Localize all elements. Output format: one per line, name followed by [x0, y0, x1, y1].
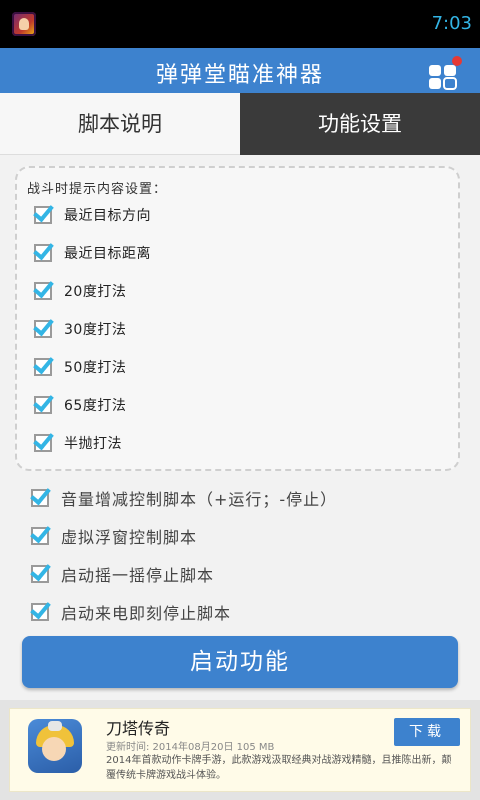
option-label: 最近目标距离 [64, 246, 151, 262]
option-label: 最近目标方向 [64, 208, 151, 224]
option-label: 30度打法 [64, 322, 127, 338]
game-app-icon[interactable] [28, 719, 82, 773]
tab-bar: 脚本说明 功能设置 [0, 93, 480, 155]
checkbox-checked-icon[interactable] [34, 396, 52, 414]
checkbox-checked-icon[interactable] [34, 320, 52, 338]
option-volume-control-script[interactable]: 音量增减控制脚本（+运行；-停止） [31, 486, 337, 510]
option-incoming-call-stop-script[interactable]: 启动来电即刻停止脚本 [31, 600, 231, 624]
game-notification-icon [12, 12, 36, 36]
tab-function-settings[interactable]: 功能设置 [240, 93, 480, 155]
option-nearest-target-direction[interactable]: 最近目标方向 [34, 203, 151, 227]
checkbox-checked-icon[interactable] [31, 603, 49, 621]
status-clock: 7:03 [431, 13, 472, 34]
option-nearest-target-distance[interactable]: 最近目标距离 [34, 241, 151, 265]
option-label: 启动来电即刻停止脚本 [61, 604, 232, 623]
checkbox-checked-icon[interactable] [31, 565, 49, 583]
ad-title: 刀塔传奇 [106, 719, 171, 738]
battle-tips-title: 战斗时提示内容设置： [27, 182, 168, 197]
checkbox-checked-icon[interactable] [34, 244, 52, 262]
checkbox-checked-icon[interactable] [31, 527, 49, 545]
tab-script-description[interactable]: 脚本说明 [0, 93, 240, 155]
checkbox-checked-icon[interactable] [34, 206, 52, 224]
option-50-degree[interactable]: 50度打法 [34, 355, 126, 379]
option-label: 启动摇一摇停止脚本 [61, 566, 215, 585]
option-30-degree[interactable]: 30度打法 [34, 317, 126, 341]
download-button[interactable]: 下载 [394, 718, 460, 746]
option-label: 虚拟浮窗控制脚本 [61, 528, 198, 547]
battle-tips-panel: 战斗时提示内容设置： 最近目标方向 最近目标距离 20度打法 30度打法 50度… [15, 166, 460, 471]
checkbox-checked-icon[interactable] [34, 282, 52, 300]
app-bar: 弹弹堂瞄准神器 [0, 48, 480, 93]
option-half-throw[interactable]: 半抛打法 [34, 431, 122, 455]
ad-description: 2014年首款动作卡牌手游，此款游戏汲取经典对战游戏精髓，且推陈出新，颠覆传统卡… [106, 755, 452, 781]
option-label: 20度打法 [64, 284, 127, 300]
start-function-button[interactable]: 启动功能 [22, 636, 458, 688]
option-65-degree[interactable]: 65度打法 [34, 393, 126, 417]
option-label: 音量增减控制脚本（+运行；-停止） [61, 490, 338, 509]
status-bar: 7:03 [0, 0, 480, 48]
option-20-degree[interactable]: 20度打法 [34, 279, 126, 303]
checkbox-checked-icon[interactable] [34, 434, 52, 452]
app-title: 弹弹堂瞄准神器 [155, 63, 324, 88]
checkbox-checked-icon[interactable] [31, 489, 49, 507]
more-apps-grid-icon[interactable] [428, 56, 462, 90]
option-label: 50度打法 [64, 360, 127, 376]
option-shake-to-stop-script[interactable]: 启动摇一摇停止脚本 [31, 562, 214, 586]
ad-meta: 更新时间: 2014年08月20日 105 MB [106, 742, 275, 753]
ad-card[interactable]: 刀塔传奇 更新时间: 2014年08月20日 105 MB 2014年首款动作卡… [9, 708, 471, 792]
option-label: 半抛打法 [64, 436, 122, 452]
ad-banner: 刀塔传奇 更新时间: 2014年08月20日 105 MB 2014年首款动作卡… [0, 700, 480, 800]
option-label: 65度打法 [64, 398, 127, 414]
option-floating-window-script[interactable]: 虚拟浮窗控制脚本 [31, 524, 197, 548]
checkbox-checked-icon[interactable] [34, 358, 52, 376]
